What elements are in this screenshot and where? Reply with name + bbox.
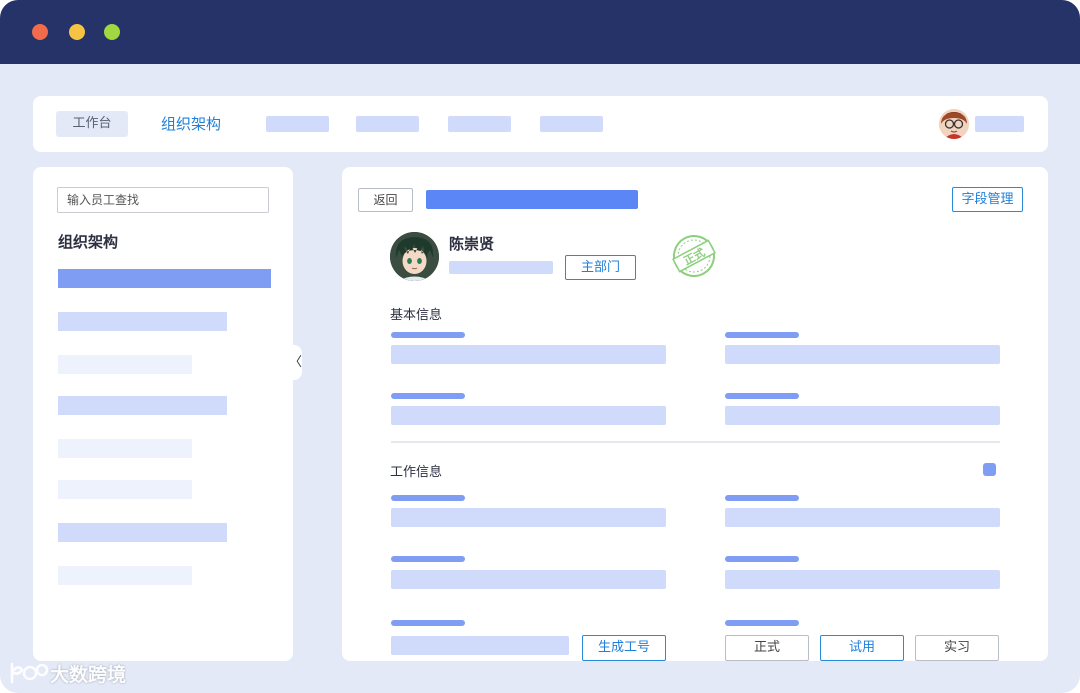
field-label-placeholder (391, 556, 465, 562)
app-window: 工作台 组织架构 组织架构 (0, 0, 1080, 693)
official-stamp-icon: 正式 (672, 235, 716, 277)
watermark: 大数跨境 (8, 657, 126, 689)
sidebar-collapse-button[interactable]: 〈 (289, 345, 302, 380)
field-label-placeholder (391, 393, 465, 399)
sidebar-item[interactable] (58, 566, 192, 585)
user-avatar[interactable] (939, 109, 969, 139)
status-option-probation[interactable]: 试用 (820, 635, 904, 661)
field-label-placeholder (391, 495, 465, 501)
employee-id-field[interactable] (391, 636, 569, 655)
sidebar-item[interactable] (58, 523, 227, 542)
field-label-placeholder (725, 332, 799, 338)
nav-workbench[interactable]: 工作台 (56, 111, 128, 137)
employee-subtitle-placeholder (449, 261, 553, 274)
field-value-placeholder[interactable] (725, 508, 1000, 527)
generate-id-button[interactable]: 生成工号 (582, 635, 666, 661)
nav-item-placeholder[interactable] (448, 116, 511, 132)
field-value-placeholder[interactable] (391, 406, 666, 425)
title-bar (0, 0, 1080, 64)
zoom-window-button[interactable] (104, 24, 120, 40)
field-label-placeholder (725, 556, 799, 562)
sidebar-item[interactable] (58, 396, 227, 415)
primary-department-badge[interactable]: 主部门 (565, 255, 636, 280)
sidebar-item[interactable] (58, 439, 192, 458)
field-label-placeholder (725, 620, 799, 626)
field-value-placeholder[interactable] (391, 508, 666, 527)
employee-avatar (390, 232, 439, 281)
field-value-placeholder[interactable] (725, 345, 1000, 364)
sidebar-item-selected[interactable] (58, 269, 271, 288)
top-navigation: 工作台 组织架构 (33, 96, 1048, 152)
field-label-placeholder (725, 393, 799, 399)
field-value-placeholder[interactable] (391, 345, 666, 364)
status-option-intern[interactable]: 实习 (915, 635, 999, 661)
watermark-text: 大数跨境 (50, 663, 127, 686)
sidebar-title: 组织架构 (58, 233, 119, 251)
field-value-placeholder[interactable] (725, 406, 1000, 425)
employee-search-input[interactable] (57, 187, 269, 213)
field-label-placeholder (391, 620, 465, 626)
employee-name: 陈崇贤 (449, 235, 495, 253)
field-value-placeholder[interactable] (725, 570, 1000, 589)
section-action-icon[interactable] (983, 463, 996, 476)
page-title-placeholder (426, 190, 638, 209)
back-button[interactable]: 返回 (358, 188, 413, 212)
basic-info-title: 基本信息 (390, 308, 443, 323)
status-option-regular[interactable]: 正式 (725, 635, 809, 661)
nav-item-placeholder[interactable] (540, 116, 603, 132)
nav-item-placeholder[interactable] (266, 116, 329, 132)
close-window-button[interactable] (32, 24, 48, 40)
work-info-title: 工作信息 (390, 465, 443, 480)
field-label-placeholder (725, 495, 799, 501)
username-placeholder[interactable] (975, 116, 1024, 132)
org-sidebar: 组织架构 (33, 167, 293, 661)
field-label-placeholder (391, 332, 465, 338)
field-manage-button[interactable]: 字段管理 (952, 187, 1023, 212)
sidebar-item[interactable] (58, 355, 192, 374)
nav-org-structure[interactable]: 组织架构 (161, 112, 221, 136)
sidebar-item[interactable] (58, 312, 227, 331)
employee-detail-panel: 返回 字段管理 陈崇贤 主部门 正式 基本信息 工作信息 生成工号 正式 试用 … (342, 167, 1048, 661)
sidebar-item[interactable] (58, 480, 192, 499)
nav-item-placeholder[interactable] (356, 116, 419, 132)
field-value-placeholder[interactable] (391, 570, 666, 589)
section-divider (391, 441, 1000, 443)
minimize-window-button[interactable] (69, 24, 85, 40)
watermark-logo-icon (10, 662, 49, 684)
